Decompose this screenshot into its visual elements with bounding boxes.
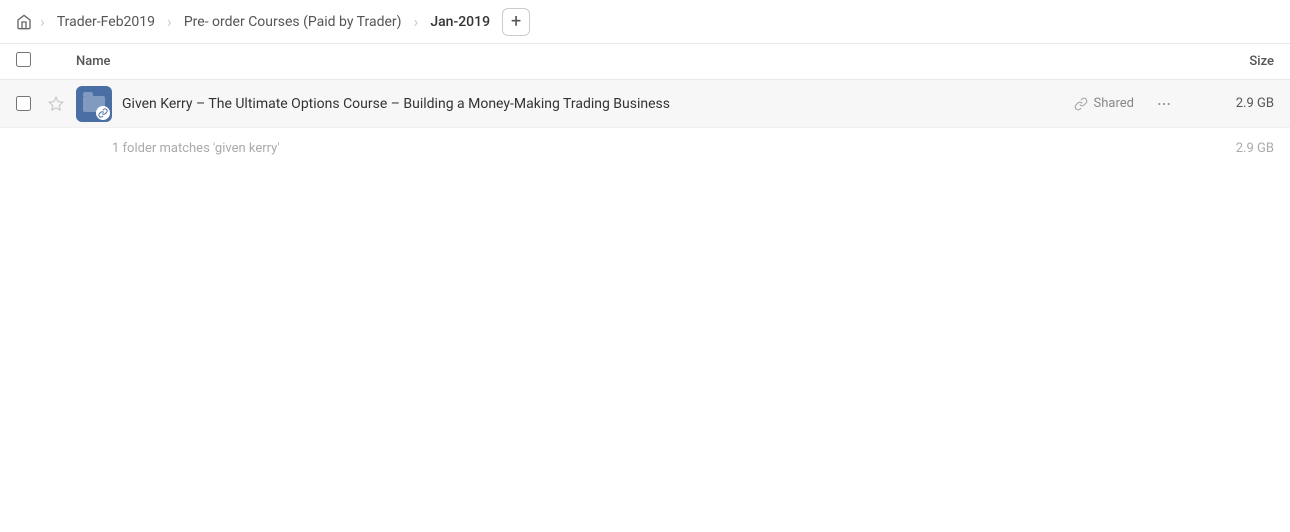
summary-text: 1 folder matches 'given kerry' bbox=[16, 141, 1194, 156]
size-column-header: Size bbox=[1194, 54, 1274, 69]
file-size: 2.9 GB bbox=[1194, 96, 1274, 111]
column-headers: Name Size bbox=[0, 44, 1290, 80]
breadcrumb-separator-2: › bbox=[167, 12, 172, 31]
shared-label: Shared bbox=[1094, 96, 1134, 111]
select-all-checkbox-col bbox=[16, 52, 48, 71]
star-button[interactable] bbox=[48, 96, 76, 112]
breadcrumb-item-1[interactable]: Pre- order Courses (Paid by Trader) bbox=[176, 10, 410, 34]
add-tab-button[interactable]: + bbox=[502, 8, 530, 36]
summary-row: 1 folder matches 'given kerry' 2.9 GB bbox=[0, 128, 1290, 168]
breadcrumb-item-0[interactable]: Trader-Feb2019 bbox=[49, 10, 163, 34]
select-all-checkbox[interactable] bbox=[16, 52, 31, 67]
table-row: Given Kerry – The Ultimate Options Cours… bbox=[0, 80, 1290, 128]
row-checkbox[interactable] bbox=[16, 96, 31, 111]
file-name[interactable]: Given Kerry – The Ultimate Options Cours… bbox=[122, 96, 1074, 112]
breadcrumb-item-2[interactable]: Jan-2019 bbox=[422, 10, 498, 34]
breadcrumb-separator-1: › bbox=[40, 12, 45, 31]
breadcrumb-separator-3: › bbox=[414, 12, 419, 31]
home-button[interactable] bbox=[12, 10, 36, 34]
breadcrumb-bar: › Trader-Feb2019 › Pre- order Courses (P… bbox=[0, 0, 1290, 44]
summary-size: 2.9 GB bbox=[1194, 141, 1274, 156]
shared-badge: Shared bbox=[1074, 96, 1134, 111]
name-column-header[interactable]: Name bbox=[76, 54, 1194, 69]
more-options-button[interactable] bbox=[1150, 90, 1178, 118]
row-checkbox-col bbox=[16, 96, 48, 111]
link-badge-icon bbox=[96, 106, 110, 120]
folder-icon bbox=[76, 86, 112, 122]
